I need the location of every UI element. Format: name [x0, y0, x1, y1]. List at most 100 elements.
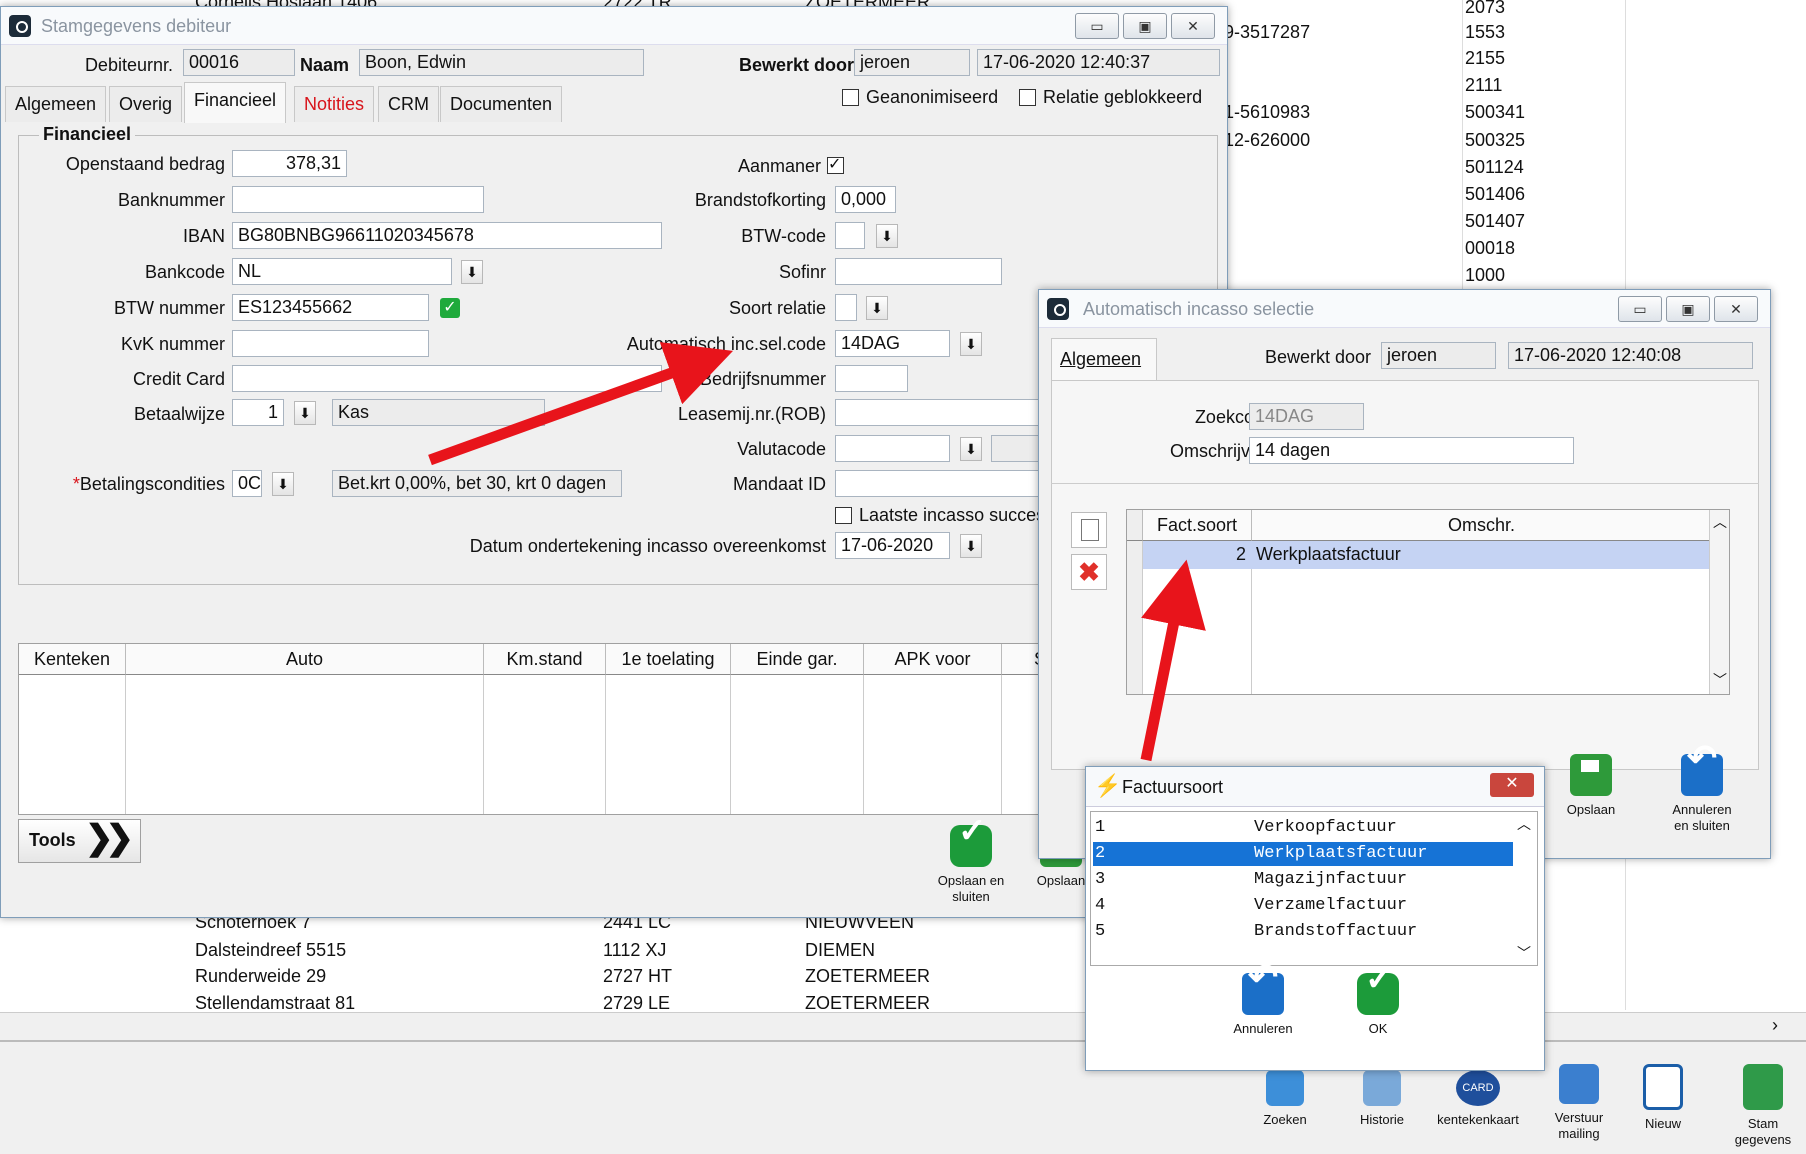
- maximize-button[interactable]: ▣: [1123, 13, 1167, 39]
- iban-field[interactable]: BG80BNBG96611020345678: [232, 222, 662, 249]
- signing-date-dropdown-icon[interactable]: ⬇: [960, 534, 982, 558]
- bankcode-field[interactable]: NL: [232, 258, 452, 285]
- anonymized-checkbox[interactable]: [842, 89, 859, 106]
- payment-terms-field[interactable]: 0C: [232, 470, 262, 497]
- column-header[interactable]: 1e toelating: [606, 644, 731, 675]
- vat-code-dropdown-icon[interactable]: ⬇: [876, 224, 898, 248]
- save-button[interactable]: Opslaan: [1561, 754, 1621, 818]
- lease-number-field[interactable]: [835, 399, 1055, 426]
- scroll-right-icon[interactable]: ›: [1772, 1015, 1778, 1036]
- auto-incasso-dropdown-icon[interactable]: ⬇: [960, 332, 982, 356]
- close-button[interactable]: ✕: [1490, 773, 1534, 797]
- new-button[interactable]: Nieuw: [1633, 1064, 1693, 1132]
- vertical-scrollbar[interactable]: ︿ ﹀: [1709, 510, 1729, 694]
- list-item-selected[interactable]: 2 Werkplaatsfactuur: [1093, 842, 1513, 866]
- list-item[interactable]: 4 Verzamelfactuur: [1093, 894, 1513, 918]
- ok-button[interactable]: OK: [1348, 971, 1408, 1037]
- master-data-button[interactable]: Stam gegevens: [1728, 1064, 1798, 1148]
- scroll-up-icon[interactable]: ︿: [1517, 814, 1531, 834]
- last-incasso-checkbox[interactable]: [835, 507, 852, 524]
- window-title: Stamgegevens debiteur: [41, 16, 232, 36]
- debtor-number-label: Debiteurnr.: [84, 55, 173, 75]
- banknumber-field[interactable]: [232, 186, 484, 213]
- column-header[interactable]: Kenteken: [19, 644, 126, 675]
- bg-code: 2111: [1465, 75, 1503, 95]
- bg-code: 501406: [1465, 184, 1526, 204]
- payment-method-dropdown-icon[interactable]: ⬇: [294, 401, 316, 425]
- vat-number-field[interactable]: ES123455662: [232, 294, 429, 321]
- anonymized-label: Geanonimiseerd: [866, 87, 999, 107]
- debtor-titlebar[interactable]: Stamgegevens debiteur ▭ ▣ ✕: [1, 7, 1227, 45]
- company-number-field[interactable]: [835, 365, 908, 392]
- currency-dropdown-icon[interactable]: ⬇: [960, 437, 982, 461]
- column-header[interactable]: Fact.soort: [1143, 510, 1252, 541]
- currency-field[interactable]: [835, 435, 950, 462]
- license-card-button[interactable]: CARD kentekenkaart: [1432, 1070, 1524, 1128]
- debtor-number-field[interactable]: 00016: [183, 49, 295, 76]
- vat-code-field[interactable]: [835, 222, 865, 249]
- scroll-down-icon[interactable]: ﹀: [1517, 943, 1531, 963]
- new-row-button[interactable]: [1071, 512, 1107, 548]
- close-button[interactable]: ✕: [1714, 296, 1758, 322]
- fuel-discount-field[interactable]: 0,000: [835, 186, 896, 213]
- mandate-id-field[interactable]: [835, 470, 1055, 497]
- minimize-button[interactable]: ▭: [1618, 296, 1662, 322]
- minimize-button[interactable]: ▭: [1075, 13, 1119, 39]
- tab-overig[interactable]: Overig: [109, 86, 183, 122]
- column-header[interactable]: Omschr.: [1252, 510, 1712, 541]
- table-row[interactable]: 2 Werkplaatsfactuur: [1143, 541, 1711, 569]
- delete-row-button[interactable]: ✖: [1071, 554, 1107, 590]
- bankcode-dropdown-icon[interactable]: ⬇: [461, 260, 483, 284]
- maximize-button[interactable]: ▣: [1666, 296, 1710, 322]
- auto-incasso-titlebar[interactable]: Automatisch incasso selectie ▭ ▣ ✕: [1039, 290, 1770, 328]
- bg-address[interactable]: Dalsteindreef 5515: [195, 940, 346, 961]
- signing-date-field[interactable]: 17-06-2020: [835, 532, 950, 559]
- relation-type-field[interactable]: [835, 294, 857, 321]
- tools-button[interactable]: Tools ❯❯: [18, 819, 141, 863]
- cancel-and-close-button[interactable]: Annuleren en sluiten: [1667, 750, 1737, 834]
- invoice-type-table[interactable]: Fact.soort Omschr. 2 Werkplaatsfactuur ︿…: [1126, 509, 1730, 695]
- description-field[interactable]: 14 dagen: [1249, 437, 1574, 464]
- column-header[interactable]: Auto: [126, 644, 484, 675]
- tab-financieel[interactable]: Financieel: [184, 82, 287, 123]
- history-button[interactable]: Historie: [1352, 1070, 1412, 1128]
- outstanding-field[interactable]: 378,31: [232, 150, 347, 177]
- name-field[interactable]: Boon, Edwin: [359, 49, 644, 76]
- invoice-type-list[interactable]: 1 Verkoopfactuur 2 Werkplaatsfactuur 3 M…: [1090, 811, 1538, 966]
- tab-notities[interactable]: Notities: [294, 86, 375, 122]
- credit-card-field[interactable]: [232, 365, 662, 392]
- scroll-down-icon[interactable]: ﹀: [1713, 670, 1727, 690]
- payment-terms-dropdown-icon[interactable]: ⬇: [272, 472, 294, 496]
- column-header[interactable]: Km.stand: [484, 644, 606, 675]
- relation-blocked-checkbox[interactable]: [1019, 89, 1036, 106]
- bg-postcode: 1112 XJ: [603, 940, 667, 960]
- auto-incasso-field[interactable]: 14DAG: [835, 330, 950, 357]
- column-header[interactable]: APK voor: [864, 644, 1002, 675]
- tab-algemeen[interactable]: Algemeen: [5, 86, 107, 122]
- table-column: [484, 675, 606, 814]
- tab-algemeen[interactable]: Algemeen: [1051, 338, 1157, 380]
- reminder-checkbox[interactable]: [827, 154, 844, 174]
- cancel-button[interactable]: Annuleren: [1223, 969, 1303, 1037]
- tab-crm[interactable]: CRM: [378, 86, 439, 122]
- popup-titlebar[interactable]: ⚡ Factuursoort ✕: [1086, 767, 1544, 807]
- relation-type-dropdown-icon[interactable]: ⬇: [866, 296, 888, 320]
- row-indicator-header: [1127, 510, 1143, 541]
- scroll-up-icon[interactable]: ︿: [1713, 512, 1727, 532]
- bg-address[interactable]: Runderweide 29: [195, 966, 326, 987]
- bg-address[interactable]: Stellendamstraat 81: [195, 993, 355, 1014]
- item-number: 3: [1095, 870, 1106, 889]
- list-item[interactable]: 5 Brandstoffactuur: [1093, 920, 1513, 944]
- tab-documenten[interactable]: Documenten: [440, 86, 563, 122]
- payment-method-field[interactable]: 1: [232, 399, 284, 426]
- sofinr-field[interactable]: [835, 258, 1002, 285]
- search-button[interactable]: Zoeken: [1255, 1070, 1315, 1128]
- column-header[interactable]: Einde gar.: [731, 644, 864, 675]
- kvk-field[interactable]: [232, 330, 429, 357]
- list-item[interactable]: 1 Verkoopfactuur: [1093, 816, 1513, 840]
- send-mailing-button[interactable]: Verstuur mailing: [1543, 1064, 1615, 1142]
- close-button[interactable]: ✕: [1171, 13, 1215, 39]
- list-item[interactable]: 3 Magazijnfactuur: [1093, 868, 1513, 892]
- save-and-close-button[interactable]: Opslaan en sluiten: [926, 823, 1016, 905]
- bg-code: 00018: [1465, 238, 1516, 258]
